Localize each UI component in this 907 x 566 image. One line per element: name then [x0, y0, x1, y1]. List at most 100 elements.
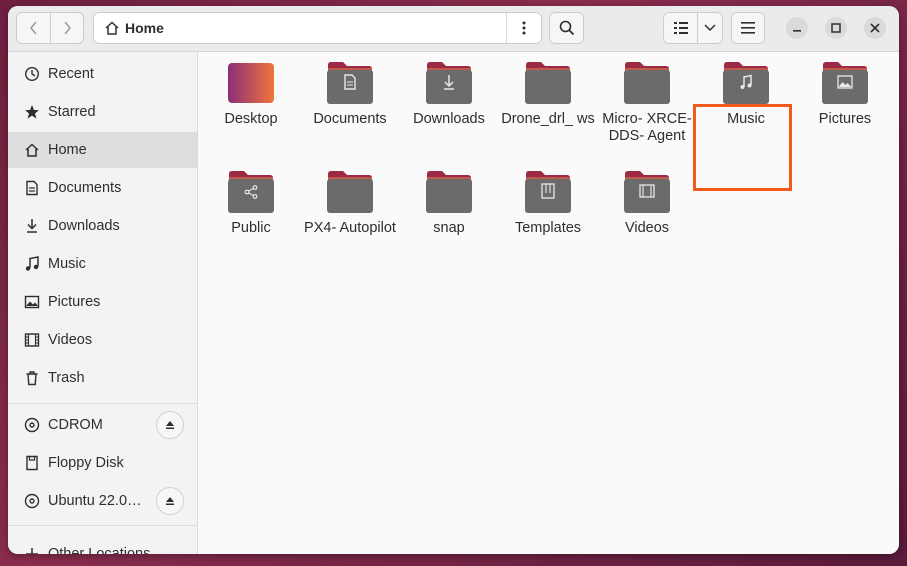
- picture-icon: [23, 293, 41, 311]
- file-item-desktop[interactable]: Desktop: [203, 52, 299, 128]
- path-menu-button[interactable]: [506, 13, 541, 43]
- file-item-label: Desktop: [224, 111, 278, 127]
- file-item-public[interactable]: Public: [203, 161, 299, 237]
- sidebar-item-other-locations[interactable]: Other Locations: [8, 536, 197, 554]
- main-menu-button[interactable]: [731, 12, 765, 44]
- sidebar-item-downloads[interactable]: Downloads: [8, 208, 197, 244]
- view-options-button[interactable]: [697, 12, 723, 44]
- disc-icon: [23, 416, 41, 434]
- eject-icon: [166, 421, 174, 429]
- clock-icon: [23, 65, 41, 83]
- file-item-templates[interactable]: Templates: [500, 161, 596, 237]
- chevron-left-icon: [29, 21, 37, 35]
- file-item-label: Drone_drl_ ws: [501, 111, 595, 127]
- sidebar-separator: [8, 403, 197, 404]
- file-item-label: Templates: [514, 220, 582, 236]
- search-icon: [559, 20, 574, 36]
- plus-icon: [23, 545, 41, 554]
- sidebar-item-label: Ubuntu 22.0…: [48, 493, 142, 509]
- sidebar-item-ubuntu-disk[interactable]: Ubuntu 22.0…: [8, 483, 197, 519]
- file-item-label: Pictures: [818, 111, 872, 127]
- file-item-snap[interactable]: snap: [401, 161, 497, 237]
- sidebar-item-label: Recent: [48, 66, 94, 82]
- maximize-button[interactable]: [825, 17, 847, 39]
- file-item-micro-xrce-dds-agent[interactable]: Micro- XRCE-DDS- Agent: [599, 52, 695, 145]
- document-icon: [23, 179, 41, 197]
- close-icon: [870, 23, 880, 33]
- desktop-folder-icon: [227, 61, 275, 105]
- folder-icon: [524, 61, 572, 105]
- sidebar-item-home[interactable]: Home: [8, 132, 197, 168]
- eject-button[interactable]: [156, 487, 184, 515]
- folder-icon: [425, 170, 473, 214]
- sidebar-item-label: Other Locations: [48, 546, 151, 554]
- path-location-label: Home: [125, 20, 164, 36]
- file-grid: Desktop Documents Downloads Drone_drl_ ws Mi…: [198, 52, 899, 554]
- file-item-label: snap: [433, 220, 465, 236]
- sidebar-item-label: Starred: [48, 104, 96, 120]
- file-item-px4-autopilot[interactable]: PX4- Autopilot: [302, 161, 398, 237]
- path-home-crumb[interactable]: Home: [94, 20, 164, 36]
- maximize-icon: [831, 23, 841, 33]
- sidebar-item-music[interactable]: Music: [8, 246, 197, 282]
- forward-button[interactable]: [50, 12, 84, 44]
- sidebar-item-label: Music: [48, 256, 86, 272]
- sidebar-item-label: Pictures: [48, 294, 101, 310]
- sidebar-item-pictures[interactable]: Pictures: [8, 284, 197, 320]
- file-manager-window: Home Recent Starred Home Documents Downl…: [8, 6, 899, 554]
- file-item-label: Public: [231, 220, 271, 236]
- sidebar-item-videos[interactable]: Videos: [8, 322, 197, 358]
- picture-folder-icon: [821, 61, 869, 105]
- disc-icon: [23, 492, 41, 510]
- music-icon: [23, 255, 41, 273]
- sidebar: Recent Starred Home Documents Downloads …: [8, 52, 198, 554]
- sidebar-item-label: Floppy Disk: [48, 455, 124, 471]
- list-view-icon: [673, 22, 688, 34]
- file-item-label: Videos: [624, 220, 670, 236]
- close-button[interactable]: [864, 17, 886, 39]
- path-bar[interactable]: Home: [93, 12, 542, 44]
- file-item-drone-drl-ws[interactable]: Drone_drl_ ws: [500, 52, 596, 128]
- home-icon: [23, 141, 41, 159]
- video-folder-icon: [623, 170, 671, 214]
- folder-icon: [623, 61, 671, 105]
- trash-icon: [23, 369, 41, 387]
- folder-icon: [326, 170, 374, 214]
- file-item-label: PX4- Autopilot: [304, 220, 396, 236]
- download-icon: [23, 217, 41, 235]
- music-folder-icon: [722, 61, 770, 105]
- sidebar-item-trash[interactable]: Trash: [8, 360, 197, 396]
- back-button[interactable]: [16, 12, 50, 44]
- sidebar-item-documents[interactable]: Documents: [8, 170, 197, 206]
- star-icon: [23, 103, 41, 121]
- file-item-videos[interactable]: Videos: [599, 161, 695, 237]
- sidebar-item-recent[interactable]: Recent: [8, 56, 197, 92]
- hamburger-icon: [741, 22, 755, 34]
- sidebar-item-floppy-disk[interactable]: Floppy Disk: [8, 445, 197, 481]
- eject-button[interactable]: [156, 411, 184, 439]
- file-item-pictures[interactable]: Pictures: [797, 52, 893, 128]
- chevron-down-icon: [704, 24, 716, 32]
- sidebar-item-label: Home: [48, 142, 87, 158]
- minimize-button[interactable]: [786, 17, 808, 39]
- sidebar-item-label: Downloads: [48, 218, 120, 234]
- file-item-label: Documents: [313, 111, 387, 127]
- sidebar-item-label: Videos: [48, 332, 93, 348]
- file-item-downloads[interactable]: Downloads: [401, 52, 497, 128]
- home-icon: [105, 21, 119, 35]
- minimize-icon: [793, 30, 801, 32]
- file-item-label: Downloads: [413, 111, 485, 127]
- sidebar-item-label: CDROM: [48, 417, 103, 433]
- sidebar-item-cdrom[interactable]: CDROM: [8, 407, 197, 443]
- file-item-label: Micro- XRCE-DDS- Agent: [602, 111, 692, 144]
- list-view-button[interactable]: [663, 12, 698, 44]
- template-folder-icon: [524, 170, 572, 214]
- sidebar-item-label: Documents: [48, 180, 122, 196]
- video-icon: [23, 331, 41, 349]
- sidebar-item-label: Trash: [48, 370, 85, 386]
- chevron-right-icon: [64, 21, 71, 35]
- selection-highlight-box: [693, 104, 792, 191]
- search-button[interactable]: [549, 12, 584, 44]
- sidebar-item-starred[interactable]: Starred: [8, 94, 197, 130]
- file-item-documents[interactable]: Documents: [302, 52, 398, 128]
